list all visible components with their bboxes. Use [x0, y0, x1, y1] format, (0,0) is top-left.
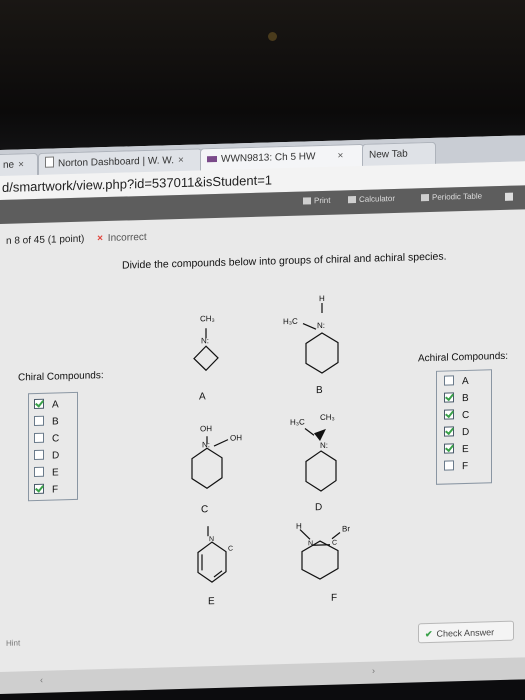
check-answer-button[interactable]: ✔ Check Answer: [418, 620, 514, 644]
checkmark-icon: ✔: [425, 628, 433, 640]
molecule-d-right: CH₃: [320, 412, 335, 423]
molecule-c-atom: N:: [202, 440, 210, 450]
molecule-e-atom2: C: [228, 545, 234, 553]
webcam-icon: [268, 32, 277, 41]
molecule-e-atom1: N: [209, 536, 215, 544]
molecule-d-label: D: [315, 501, 323, 514]
molecule-a-atom: N:: [201, 336, 209, 346]
molecule-a-substituent: CH₃: [200, 313, 215, 324]
molecule-e-structure: [197, 526, 227, 583]
next-arrow-icon[interactable]: ›: [372, 666, 375, 676]
hint-link[interactable]: Hint: [6, 638, 20, 647]
molecule-a-structure: [193, 328, 219, 372]
molecule-c-structure: [191, 436, 229, 489]
molecule-b-substituent: H₃C: [283, 316, 298, 327]
molecule-f-br: Br: [342, 524, 350, 534]
molecule-f-structure: [299, 529, 341, 580]
molecule-b-atom: N:: [317, 320, 325, 331]
monitor-bezel: [0, 0, 525, 160]
molecule-drawings: [191, 302, 341, 583]
molecule-d-left: H₃C: [290, 417, 305, 427]
molecule-f-atom2: C: [332, 539, 338, 547]
wedge-bond: [314, 428, 326, 442]
molecule-c-label: C: [201, 504, 209, 516]
molecule-c-top: OH: [200, 424, 212, 434]
molecule-f-label: F: [331, 592, 338, 604]
molecule-b-h: H: [319, 293, 325, 304]
molecule-e-label: E: [208, 596, 215, 608]
molecule-f-atom1: N: [308, 540, 314, 548]
molecule-f-h: H: [296, 521, 302, 531]
previous-arrow-icon[interactable]: ‹: [40, 675, 43, 685]
molecule-d-atom: N:: [320, 440, 328, 451]
molecule-a-label: A: [199, 391, 206, 403]
molecule-c-side: OH: [230, 433, 242, 443]
molecule-b-label: B: [316, 384, 323, 397]
molecule-b-structure: [302, 302, 339, 374]
browser-screen: ne × Norton Dashboard | W. W. × WWN9813: C…: [0, 135, 525, 694]
